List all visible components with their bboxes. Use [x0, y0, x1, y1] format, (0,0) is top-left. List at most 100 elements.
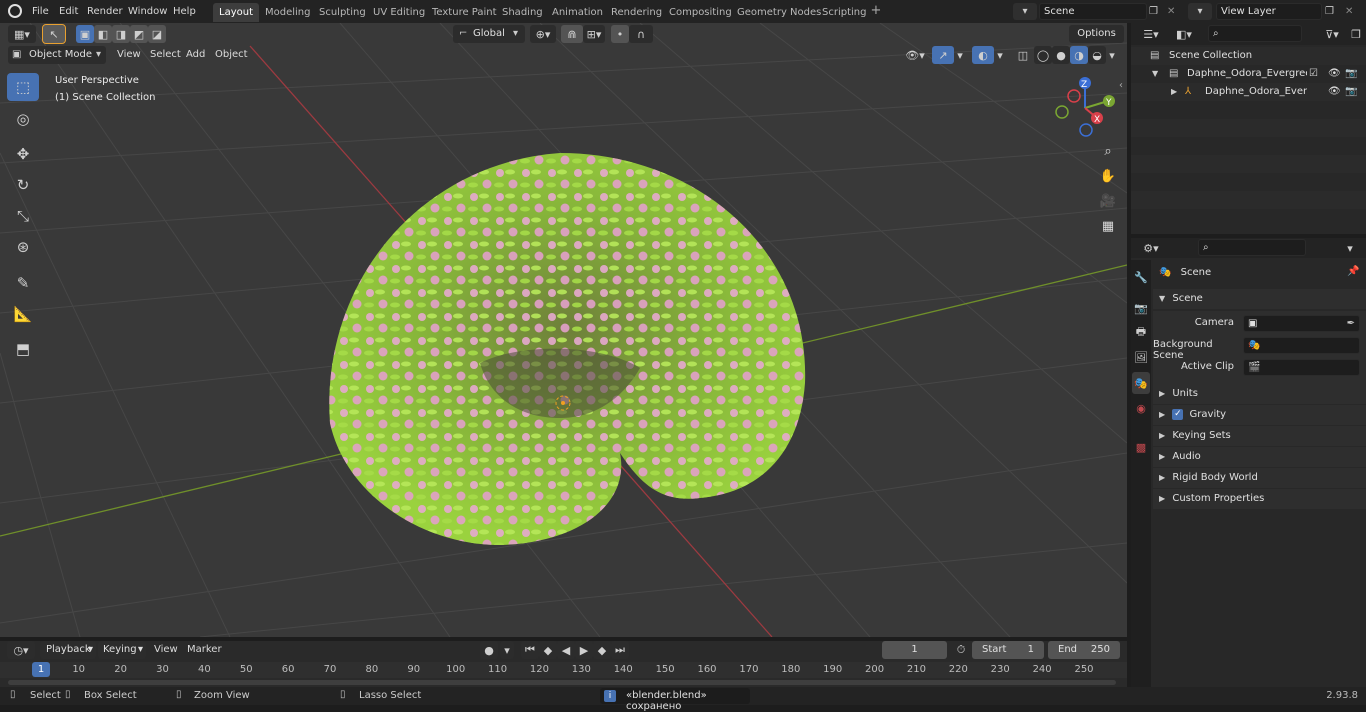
- rendered-shading-icon[interactable]: ◒: [1088, 46, 1106, 64]
- playback-dropdown[interactable]: Playback ▾: [40, 641, 96, 659]
- tab-sculpting[interactable]: Sculpting: [313, 3, 372, 22]
- tab-compositing[interactable]: Compositing: [663, 3, 738, 22]
- menu-edit[interactable]: Edit: [55, 3, 82, 20]
- tab-modeling[interactable]: Modeling: [259, 3, 317, 22]
- status-report[interactable]: i «blender.blend» сохранено: [600, 688, 750, 712]
- chevron-down-icon[interactable]: ▾: [1341, 239, 1359, 257]
- sidebar-toggle-icon[interactable]: ‹: [1119, 80, 1123, 91]
- scale-tool-icon[interactable]: ⤡: [7, 202, 39, 230]
- zoom-icon[interactable]: ⌕: [1097, 140, 1119, 162]
- 3d-viewport[interactable]: Z Y X ▦▾ ↖ ▣ ◧ ◨ ◩ ◪ ⌐ Global ▾ ⊕▾ ⋒ ⊞▾ …: [0, 23, 1127, 637]
- select-extend-icon[interactable]: ◧: [94, 25, 112, 43]
- menu-render[interactable]: Render: [83, 3, 127, 20]
- scene-tab-icon[interactable]: 🎭: [1132, 372, 1150, 394]
- scene-browse-icon[interactable]: ▾: [1013, 3, 1037, 20]
- solid-shading-icon[interactable]: ●: [1052, 46, 1070, 64]
- options-button[interactable]: Options: [1069, 25, 1124, 43]
- delete-view-layer-icon[interactable]: ✕: [1345, 3, 1359, 20]
- tab-uv-editing[interactable]: UV Editing: [367, 3, 431, 22]
- jump-end-icon[interactable]: ⏭: [611, 641, 629, 659]
- delete-scene-icon[interactable]: ✕: [1167, 3, 1181, 20]
- view-layer-tab-icon[interactable]: 🖼: [1132, 346, 1150, 368]
- camera-icon[interactable]: 📷: [1345, 83, 1357, 101]
- custom-properties-panel-header[interactable]: ▶ Custom Properties: [1153, 489, 1366, 509]
- tab-shading[interactable]: Shading: [496, 3, 549, 22]
- eyedropper-icon[interactable]: ✒: [1347, 316, 1355, 331]
- expand-icon[interactable]: ▼: [1152, 65, 1158, 83]
- active-clip-field[interactable]: 🎬: [1243, 359, 1360, 376]
- outliner-row-collection[interactable]: ▼ ▤ Daphne_Odora_Evergreen_Sh ☑ 👁 📷: [1131, 65, 1366, 83]
- units-panel-header[interactable]: ▶ Units: [1153, 384, 1366, 404]
- select-intersect-icon[interactable]: ◪: [148, 25, 166, 43]
- camera-icon[interactable]: 📷: [1345, 65, 1357, 83]
- tab-animation[interactable]: Animation: [546, 3, 609, 22]
- tab-geometry-nodes[interactable]: Geometry Nodes: [731, 3, 827, 22]
- view-layer-browse-icon[interactable]: ▾: [1188, 3, 1212, 20]
- background-scene-field[interactable]: 🎭: [1243, 337, 1360, 354]
- wireframe-shading-icon[interactable]: ◯: [1034, 46, 1052, 64]
- timeline-scrollbar[interactable]: [8, 680, 1116, 685]
- view-layer-field[interactable]: View Layer: [1216, 3, 1322, 20]
- new-view-layer-icon[interactable]: ❐: [1325, 3, 1339, 20]
- jump-start-icon[interactable]: ⏮: [521, 641, 539, 659]
- outliner-row-object[interactable]: ▶ ⅄ Daphne_Odora_Evergree 👁 📷: [1131, 83, 1366, 101]
- measure-tool-icon[interactable]: 📐: [7, 300, 39, 328]
- rigid-body-panel-header[interactable]: ▶ Rigid Body World: [1153, 468, 1366, 488]
- select-subtract-icon[interactable]: ◨: [112, 25, 130, 43]
- outliner-search-input[interactable]: ⌕: [1208, 25, 1302, 42]
- move-tool-icon[interactable]: ✥: [7, 140, 39, 168]
- menu-view[interactable]: View: [149, 641, 183, 659]
- gizmo-toggle-icon[interactable]: ↗: [932, 46, 954, 64]
- annotate-tool-icon[interactable]: ✎: [7, 269, 39, 297]
- menu-marker[interactable]: Marker: [182, 641, 227, 659]
- texture-tab-icon[interactable]: ▩: [1132, 436, 1150, 458]
- gravity-panel-header[interactable]: ▶ ✓ Gravity: [1153, 405, 1366, 425]
- output-tab-icon[interactable]: 🖶: [1132, 321, 1150, 343]
- menu-object[interactable]: Object: [210, 46, 253, 64]
- scene-name-field[interactable]: Scene: [1039, 3, 1147, 20]
- visibility-icon[interactable]: 👁▾: [902, 46, 928, 64]
- world-tab-icon[interactable]: ◉: [1132, 397, 1150, 419]
- gravity-checkbox[interactable]: ✓: [1172, 408, 1184, 420]
- select-new-icon[interactable]: ▣: [76, 25, 94, 43]
- menu-view[interactable]: View: [112, 46, 146, 64]
- transform-tool-icon[interactable]: ⊛: [7, 233, 39, 261]
- menu-add[interactable]: Add: [181, 46, 210, 64]
- scene-panel-header[interactable]: ▼ Scene: [1153, 289, 1366, 309]
- editor-type-icon[interactable]: ▦▾: [8, 25, 36, 43]
- menu-file[interactable]: File: [28, 3, 53, 20]
- start-frame-field[interactable]: Start 1: [972, 641, 1044, 659]
- tab-layout[interactable]: Layout: [213, 3, 259, 22]
- eye-icon[interactable]: 👁: [1328, 65, 1341, 83]
- pivot-icon[interactable]: ⊕▾: [530, 25, 556, 43]
- chevron-down-icon[interactable]: ▾: [500, 641, 514, 659]
- new-scene-icon[interactable]: ❐: [1149, 3, 1163, 20]
- pan-hand-icon[interactable]: ✋: [1097, 165, 1119, 187]
- camera-view-icon[interactable]: 🎥: [1097, 190, 1119, 212]
- tab-scripting[interactable]: Scripting: [816, 3, 872, 22]
- display-mode-icon[interactable]: ◧▾: [1171, 25, 1197, 43]
- chevron-down-icon[interactable]: ▾: [994, 46, 1006, 64]
- chevron-down-icon[interactable]: ▾: [1106, 46, 1118, 64]
- editor-type-icon[interactable]: ◷▾: [7, 641, 35, 659]
- tab-rendering[interactable]: Rendering: [605, 3, 668, 22]
- tool-tab-icon[interactable]: 🔧: [1132, 266, 1150, 288]
- tab-texture-paint[interactable]: Texture Paint: [426, 3, 503, 22]
- checkbox-icon[interactable]: ☑: [1309, 65, 1318, 83]
- select-box-tool-icon[interactable]: ⬚: [7, 73, 39, 101]
- filter-icon[interactable]: ⊽▾: [1319, 25, 1345, 43]
- overlays-toggle-icon[interactable]: ◐: [972, 46, 994, 64]
- audio-panel-header[interactable]: ▶ Audio: [1153, 447, 1366, 467]
- play-reverse-icon[interactable]: ◀: [557, 641, 575, 659]
- camera-field[interactable]: ▣ ✒: [1243, 315, 1360, 332]
- eye-icon[interactable]: 👁: [1328, 83, 1341, 101]
- render-tab-icon[interactable]: 📷: [1132, 297, 1150, 319]
- menu-help[interactable]: Help: [169, 3, 200, 20]
- mode-dropdown[interactable]: ▣ Object Mode ▾: [8, 46, 106, 64]
- end-frame-field[interactable]: End 250: [1048, 641, 1120, 659]
- new-collection-icon[interactable]: ❐: [1347, 25, 1365, 43]
- select-tool-icon[interactable]: ↖: [42, 24, 66, 44]
- editor-type-icon[interactable]: ⚙▾: [1138, 239, 1164, 257]
- select-invert-icon[interactable]: ◩: [130, 25, 148, 43]
- outliner-row-scene-collection[interactable]: ▤ Scene Collection: [1131, 47, 1366, 65]
